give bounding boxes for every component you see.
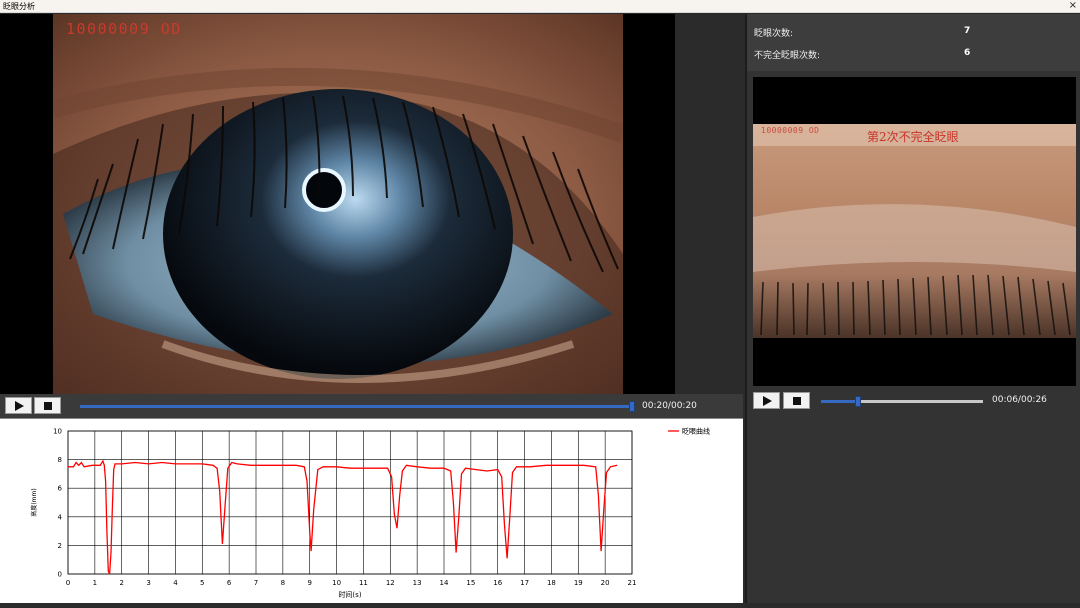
x-tick-label: 10 [332,579,341,587]
x-tick-label: 3 [146,579,150,587]
event-seek-thumb[interactable] [855,396,861,407]
x-tick-label: 12 [386,579,395,587]
x-tick-label: 19 [574,579,583,587]
incomplete-blink-value: 6 [964,48,971,58]
blink-stats: 眨眼次数: 7 不完全眨眼次数: 6 [747,14,1080,71]
legend-label: 眨眼曲线 [682,427,710,436]
x-tick-label: 17 [520,579,529,587]
event-playback-controls: 00:06/00:26 [747,386,1080,418]
blink-chart-panel: 0 1 2 3 4 5 6 7 8 9 10 11 12 13 14 15 16 17 18 19 20 21 0 2 4 6 8 1… [0,418,743,603]
window-title: 眨眼分析 [3,2,35,11]
main-video-view: 10000009 OD [0,14,675,394]
y-tick-label: 8 [58,456,62,464]
y-tick-label: 10 [53,428,62,436]
x-tick-label: 2 [119,579,123,587]
event-video-id-overlay: 10000009 OD [761,126,820,135]
x-tick-label: 8 [281,579,285,587]
x-tick-label: 16 [493,579,502,587]
x-tick-label: 15 [466,579,475,587]
event-play-button[interactable] [753,392,780,409]
blink-curve-chart: 0 1 2 3 4 5 6 7 8 9 10 11 12 13 14 15 16 17 18 19 20 21024681… [30,427,710,600]
main-time-readout: 00:20/00:20 [642,401,697,411]
event-stop-button[interactable] [783,392,810,409]
x-tick-label: 21 [628,579,637,587]
play-icon [15,400,24,411]
x-tick-label: 6 [227,579,232,587]
y-axis-label: 高度(mm) [30,488,38,516]
x-axis-label: 时间(s) [338,590,361,599]
event-time-readout: 00:06/00:26 [992,395,1047,405]
event-label: 第2次不完全眨眼 [867,130,959,144]
analysis-sidebar: 眨眼次数: 7 不完全眨眼次数: 6 10000009 OD 第2次不完全眨眼 … [745,14,1080,603]
x-tick-label: 4 [173,579,178,587]
y-tick-label: 0 [58,571,62,579]
eye-video-frame [53,14,623,394]
main-seek-thumb[interactable] [629,401,635,412]
video-id-overlay: 10000009 OD [66,20,182,38]
play-button[interactable] [5,397,32,414]
main-playback-controls: 00:20/00:20 [0,394,743,418]
play-icon [763,395,772,406]
x-tick-label: 7 [254,579,258,587]
x-tick-label: 5 [200,579,204,587]
incomplete-blink-label: 不完全眨眼次数: [754,51,821,61]
close-icon[interactable]: × [1069,0,1077,12]
x-tick-label: 0 [66,579,70,587]
y-tick-label: 4 [58,513,63,521]
stop-icon [792,396,801,405]
x-tick-label: 11 [359,579,368,587]
blink-count-label: 眨眼次数: [754,29,794,39]
plot-area [67,430,633,575]
x-tick-label: 1 [93,579,97,587]
x-tick-label: 13 [413,579,422,587]
stop-button[interactable] [34,397,61,414]
x-tick-label: 9 [307,579,311,587]
y-tick-label: 6 [58,485,63,493]
title-bar: 眨眼分析 × [0,0,1080,13]
x-tick-label: 20 [601,579,610,587]
main-seek-slider[interactable] [80,405,634,408]
closed-eye-frame [753,77,1076,387]
x-tick-label: 18 [547,579,556,587]
y-tick-label: 2 [58,542,62,550]
blink-count-value: 7 [964,26,971,36]
blink-event-video: 10000009 OD 第2次不完全眨眼 [753,77,1076,387]
stop-icon [43,401,52,410]
x-tick-label: 14 [440,579,449,587]
event-seek-progress [821,400,858,403]
